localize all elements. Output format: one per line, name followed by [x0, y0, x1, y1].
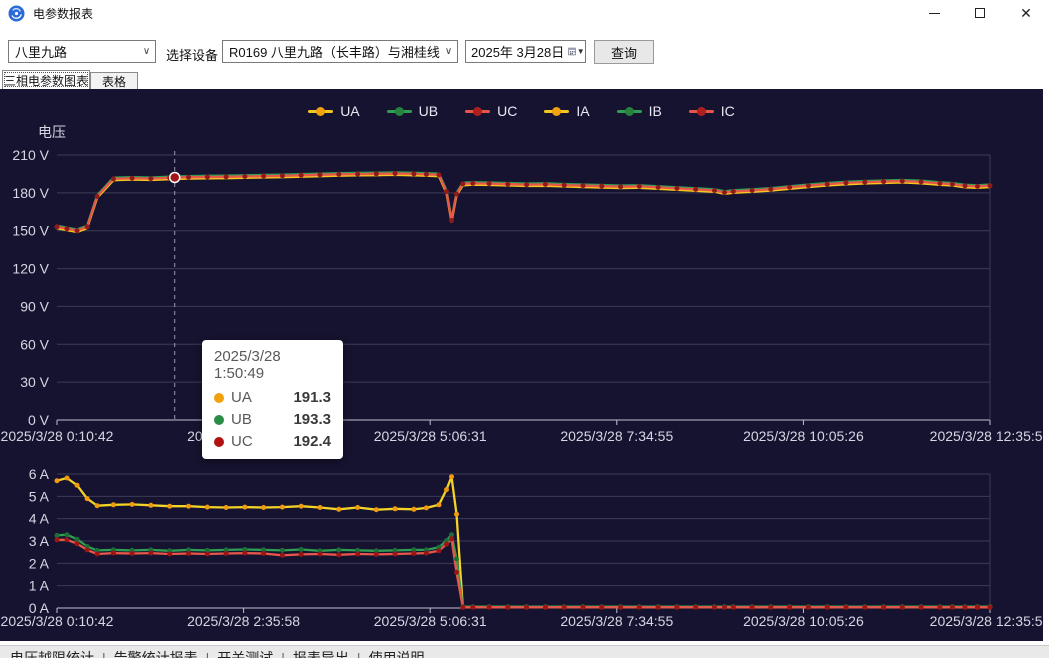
date-value: 2025年 3月28日	[466, 42, 564, 61]
svg-text:2025/3/28 2:35:58: 2025/3/28 2:35:58	[187, 613, 300, 629]
svg-text:2025/3/28 5:06:31: 2025/3/28 5:06:31	[374, 428, 487, 444]
legend-label: UC	[497, 103, 517, 119]
date-picker[interactable]: 2025年 3月28日 ▼	[465, 40, 586, 63]
area-select[interactable]: 八里九路 ∨	[8, 40, 156, 63]
svg-text:2025/3/28 7:34:55: 2025/3/28 7:34:55	[560, 428, 673, 444]
svg-text:2 A: 2 A	[29, 555, 50, 571]
query-button[interactable]: 查询	[594, 40, 654, 64]
calendar-icon	[568, 45, 576, 58]
app-icon	[8, 5, 25, 22]
area-select-value: 八里九路	[9, 42, 138, 61]
svg-text:150 V: 150 V	[12, 223, 49, 239]
legend-line-dot-icon	[689, 110, 714, 113]
svg-text:210 V: 210 V	[12, 147, 49, 163]
statusbar: 电压越限统计|告警统计报表|开关测试|报表导出|使用说明	[0, 645, 1049, 658]
legend-item-UB[interactable]: UB	[387, 103, 438, 119]
svg-text:4 A: 4 A	[29, 511, 50, 527]
minimize-icon	[929, 13, 940, 14]
device-label: 选择设备	[166, 45, 218, 64]
legend-label: IC	[721, 103, 735, 119]
series-dot-icon	[214, 393, 224, 403]
tooltip-series-value: 193.3	[293, 411, 331, 428]
tooltip-row-UC: UC 192.4	[214, 433, 331, 450]
tab-chart-label: 三相电参数图表	[4, 72, 88, 89]
chevron-down-icon: ∨	[138, 46, 155, 57]
svg-text:0 V: 0 V	[28, 412, 50, 428]
query-button-label: 查询	[611, 43, 637, 62]
svg-text:2025/3/28 12:35:56: 2025/3/28 12:35:56	[930, 613, 1043, 629]
svg-text:30 V: 30 V	[20, 374, 49, 390]
tooltip-row-UA: UA 191.3	[214, 389, 331, 406]
status-item[interactable]: 告警统计报表	[106, 650, 206, 658]
svg-text:2025/3/28 0:10:42: 2025/3/28 0:10:42	[1, 428, 114, 444]
series-dot-icon	[214, 415, 224, 425]
close-icon: ✕	[1020, 6, 1032, 20]
svg-text:60 V: 60 V	[20, 336, 49, 352]
charts-canvas: 210 V180 V150 V120 V90 V60 V30 V0 V2025/…	[0, 89, 1043, 641]
svg-text:90 V: 90 V	[20, 298, 49, 314]
svg-text:2025/3/28 10:05:26: 2025/3/28 10:05:26	[743, 428, 864, 444]
svg-text:6 A: 6 A	[29, 466, 50, 482]
titlebar: 电参数报表 ✕	[0, 0, 1049, 26]
status-item[interactable]: 开关测试	[209, 650, 281, 658]
legend-label: IA	[576, 103, 589, 119]
svg-text:5 A: 5 A	[29, 488, 50, 504]
tooltip-series-name: UB	[231, 411, 252, 428]
close-button[interactable]: ✕	[1003, 0, 1049, 26]
legend-label: UB	[419, 103, 438, 119]
status-item[interactable]: 使用说明	[361, 650, 433, 658]
svg-text:2025/3/28 12:35:56: 2025/3/28 12:35:56	[930, 428, 1043, 444]
tooltip-series-name: UC	[231, 433, 253, 450]
tooltip-series-value: 192.4	[293, 433, 331, 450]
device-select-value: R0169 八里九路（长丰路）与湘桂线交	[223, 42, 440, 61]
legend-item-UC[interactable]: UC	[465, 103, 517, 119]
legend-line-dot-icon	[387, 110, 412, 113]
panel-right-margin	[1043, 89, 1049, 641]
legend-label: UA	[340, 103, 359, 119]
legend-item-IA[interactable]: IA	[544, 103, 589, 119]
svg-text:2025/3/28 0:10:42: 2025/3/28 0:10:42	[1, 613, 114, 629]
tooltip-time: 2025/3/28 1:50:49	[214, 348, 331, 382]
legend-line-dot-icon	[308, 110, 333, 113]
chevron-down-icon: ▼	[576, 47, 585, 56]
device-select[interactable]: R0169 八里九路（长丰路）与湘桂线交 ∨	[222, 40, 458, 63]
chevron-down-icon: ∨	[440, 46, 457, 57]
tooltip-row-UB: UB 193.3	[214, 411, 331, 428]
legend-line-dot-icon	[465, 110, 490, 113]
chart-panel: 210 V180 V150 V120 V90 V60 V30 V0 V2025/…	[0, 89, 1043, 641]
legend-item-UA[interactable]: UA	[308, 103, 359, 119]
legend-item-IC[interactable]: IC	[689, 103, 735, 119]
minimize-button[interactable]	[911, 0, 957, 26]
svg-text:1 A: 1 A	[29, 578, 50, 594]
legend-label: IB	[649, 103, 662, 119]
svg-text:120 V: 120 V	[12, 261, 49, 277]
svg-text:2025/3/28 5:06:31: 2025/3/28 5:06:31	[374, 613, 487, 629]
legend-line-dot-icon	[544, 110, 569, 113]
voltage-chart-title: 电压	[38, 122, 66, 142]
svg-text:3 A: 3 A	[29, 533, 50, 549]
tooltip-series-value: 191.3	[293, 389, 331, 406]
status-item[interactable]: 电压越限统计	[2, 650, 102, 658]
svg-text:180 V: 180 V	[12, 185, 49, 201]
chart-legend: UA UB UC IA IB IC	[0, 103, 1043, 119]
series-dot-icon	[214, 437, 224, 447]
legend-item-IB[interactable]: IB	[617, 103, 662, 119]
tooltip-series-name: UA	[231, 389, 252, 406]
maximize-button[interactable]	[957, 0, 1003, 26]
window-title: 电参数报表	[33, 5, 93, 22]
toolbar: 八里九路 ∨ 选择设备 R0169 八里九路（长丰路）与湘桂线交 ∨ 2025年…	[0, 26, 1049, 70]
svg-text:2025/3/28 7:34:55: 2025/3/28 7:34:55	[560, 613, 673, 629]
maximize-icon	[975, 8, 985, 18]
status-item[interactable]: 报表导出	[285, 650, 357, 658]
svg-text:2025/3/28 10:05:26: 2025/3/28 10:05:26	[743, 613, 864, 629]
app-window: 电参数报表 ✕ 八里九路 ∨ 选择设备 R0169 八里九路（长丰路）与湘桂线交…	[0, 0, 1049, 658]
tab-table[interactable]: 表格	[90, 72, 138, 89]
tabstrip: 三相电参数图表 表格	[0, 70, 1049, 89]
tab-table-label: 表格	[102, 73, 126, 90]
chart-tooltip: 2025/3/28 1:50:49 UA 191.3 UB 193.3 UC 192.4	[202, 340, 343, 459]
tab-chart[interactable]: 三相电参数图表	[2, 70, 90, 89]
legend-line-dot-icon	[617, 110, 642, 113]
